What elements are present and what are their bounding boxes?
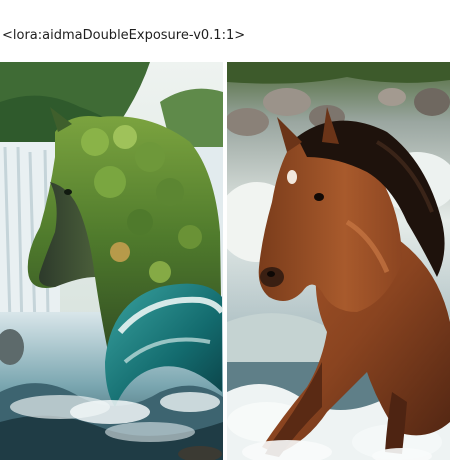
- horse-double-exposure-image: [0, 62, 223, 460]
- generation-result-view: <lora:aidmaDoubleExposure-v0.1:1>: [0, 0, 450, 462]
- generated-image-left[interactable]: [0, 62, 223, 460]
- generated-image-right[interactable]: [227, 62, 450, 460]
- prompt-text: <lora:aidmaDoubleExposure-v0.1:1>: [2, 28, 246, 43]
- brown-horse-river-image: [227, 62, 450, 460]
